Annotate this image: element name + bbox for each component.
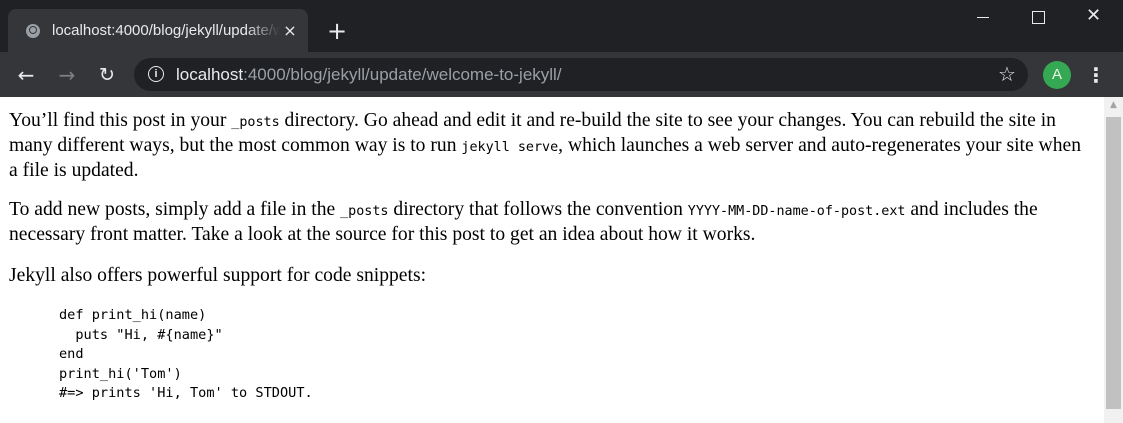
url-host: localhost [176,65,244,84]
reload-button[interactable]: ↻ [93,61,121,89]
profile-avatar[interactable]: A [1043,61,1071,89]
browser-toolbar: ← → ↻ i localhost:4000/blog/jekyll/updat… [0,52,1123,97]
title-bar: localhost:4000/blog/jekyll/update/welcom… [0,0,1123,52]
scroll-thumb[interactable] [1106,117,1121,409]
address-bar[interactable]: i localhost:4000/blog/jekyll/update/welc… [134,58,1028,91]
back-button[interactable]: ← [12,61,40,89]
bookmark-star-icon[interactable]: ☆ [994,61,1020,87]
url-path: :4000/blog/jekyll/update/welcome-to-jeky… [243,65,562,84]
paragraph-snippets: Jekyll also offers powerful support for … [9,265,427,286]
page-content: You’ll find this post in your _posts dir… [0,97,1104,423]
scroll-up-arrow-icon[interactable]: ▲ [1104,97,1123,114]
text: To add new posts, simply add a file in t… [9,199,341,220]
text: directory that follows the convention [388,199,688,220]
url-text[interactable]: localhost:4000/blog/jekyll/update/welcom… [176,64,562,86]
new-tab-button[interactable]: + [324,18,350,44]
browser-tab[interactable]: localhost:4000/blog/jekyll/update/welcom… [8,9,308,52]
inline-code: _posts [340,204,389,219]
tab-close-icon[interactable]: × [280,21,300,41]
close-icon: ✕ [1086,5,1102,26]
inline-code: jekyll serve [461,140,559,155]
inline-code: _posts [231,115,280,130]
minimize-button[interactable] [955,0,1011,34]
info-icon[interactable]: i [148,66,164,82]
vertical-scrollbar[interactable]: ▲ [1104,97,1123,423]
maximize-icon [1032,11,1045,24]
maximize-button[interactable] [1011,0,1067,34]
code-block: def print_hi(name) puts "Hi, #{name}" en… [59,307,313,401]
forward-button[interactable]: → [53,61,81,89]
tab-title: localhost:4000/blog/jekyll/update/welcom… [52,22,280,39]
paragraph-intro: You’ll find this post in your _posts dir… [9,109,1091,182]
minimize-icon [977,17,989,18]
inline-code: YYYY-MM-DD-name-of-post.ext [687,204,906,219]
kebab-menu-icon[interactable]: ⋮ [1086,61,1106,89]
paragraph-new-posts: To add new posts, simply add a file in t… [9,198,1091,246]
text: You’ll find this post in your [9,110,232,131]
globe-icon [26,24,40,38]
close-window-button[interactable]: ✕ [1067,0,1123,34]
